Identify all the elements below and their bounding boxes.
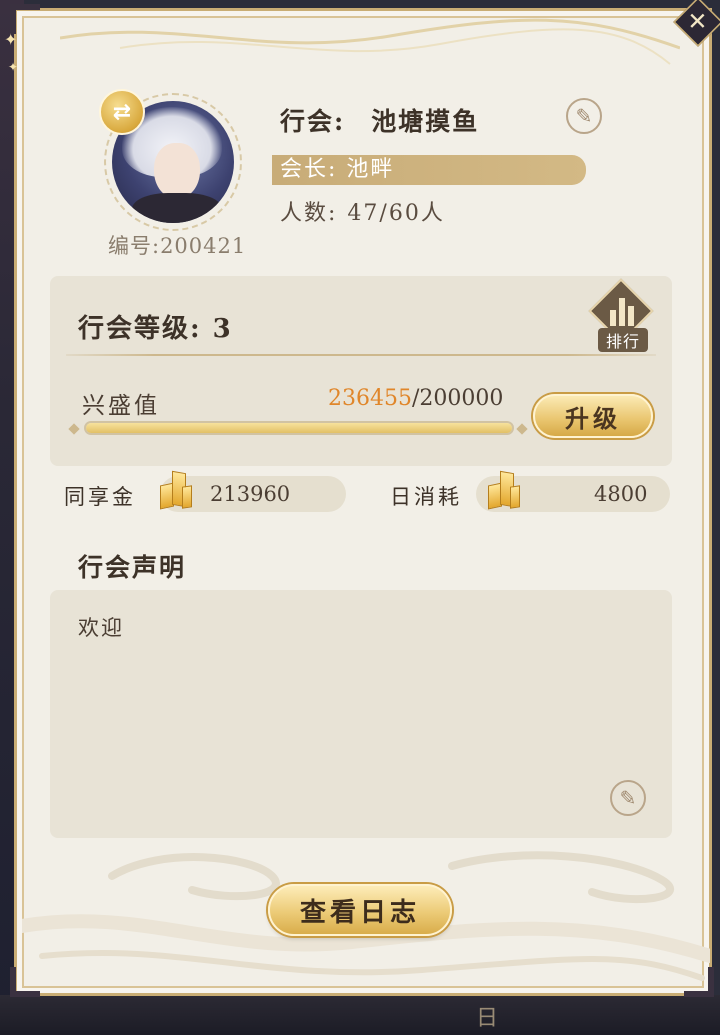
guild-name: 池塘摸鱼 [371,107,480,136]
guild-id: 编号:200421 [108,234,247,258]
brush-edit-icon: ✎ [575,104,593,128]
declaration-text: 欢迎 [78,616,124,640]
guild-members-row: 人数: 47/60人 [280,195,445,227]
members-label: 人数: [280,201,338,226]
background-bottom [0,995,720,1035]
prosperity-max: /200000 [411,386,504,411]
prosperity-progress-bar [84,421,514,435]
prosperity-label: 兴盛值 [82,393,160,419]
prosperity-progress-fill [86,423,512,433]
brush-edit-icon: ✎ [619,786,637,810]
divider [66,354,656,356]
guild-level-title: 行会等级: 3 [78,314,233,344]
shuffle-icon: ⇄ [112,99,132,125]
daily-cost-value: 4800 [594,482,648,506]
sparkle-icon: ✦ [4,30,18,49]
view-log-button[interactable]: 查看日志 [268,884,452,936]
change-avatar-button[interactable]: ⇄ [99,89,145,135]
ranking-button[interactable]: 排行 [588,278,654,352]
close-icon: ✕ [687,7,709,36]
declaration-box [50,590,672,838]
panel-corner [10,967,40,997]
members-count: 47/60人 [347,201,445,226]
edit-guild-name-button[interactable]: ✎ [566,98,602,134]
ranking-label: 排行 [598,328,648,352]
upgrade-button[interactable]: 升级 [533,394,653,438]
daily-cost-label: 日消耗 [390,485,462,509]
panel-corner [684,967,714,997]
sparkle-icon: ✦ [8,60,19,74]
ranking-icon [610,294,634,326]
prosperity-current: 236455 [328,386,412,411]
guild-leader: 会长: 池畔 [272,155,586,185]
guild-name-row: 行会: 池塘摸鱼 [280,102,479,138]
prosperity-value: 236455/200000 [328,386,503,411]
shared-gold-value: 213960 [210,482,291,506]
shared-gold-label: 同享金 [64,485,136,509]
declaration-title: 行会声明 [78,553,187,582]
guild-name-label: 行会: [280,107,346,136]
edit-declaration-button[interactable]: ✎ [610,780,646,816]
gold-ingot-icon [486,468,522,512]
background-peek-text: 日 分 [476,1006,517,1031]
gold-ingot-icon [158,468,194,512]
